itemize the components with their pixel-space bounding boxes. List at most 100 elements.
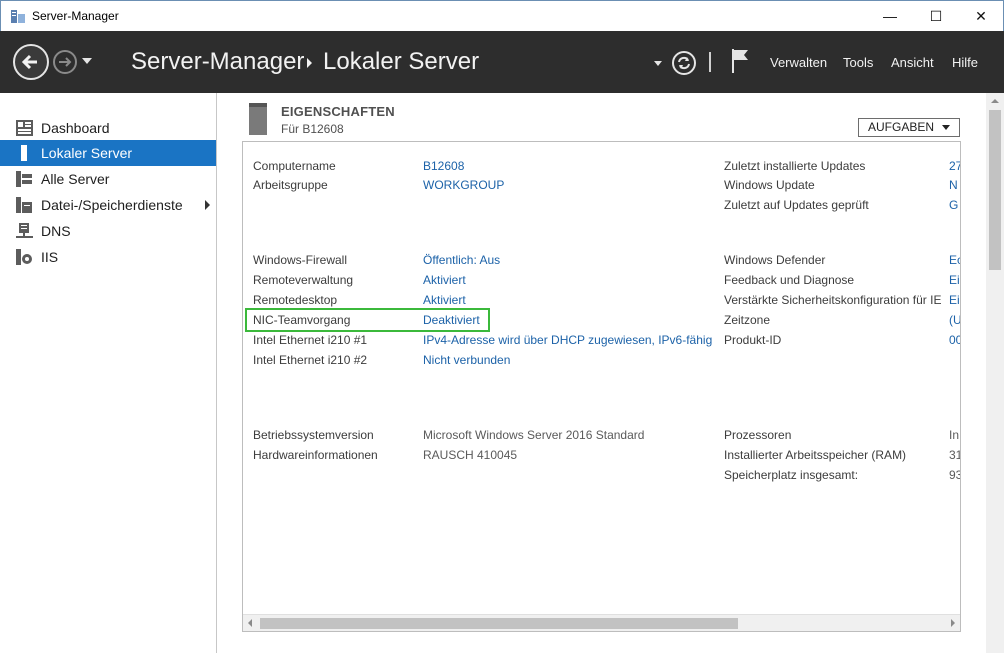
servers-icon — [16, 171, 32, 187]
prop-value-last-updates[interactable]: 27 — [949, 159, 960, 173]
prop-value-computername[interactable]: B12608 — [423, 159, 464, 173]
sidebar-item-iis[interactable]: IIS — [0, 244, 216, 270]
window-title: Server-Manager — [32, 9, 119, 23]
minimize-button[interactable]: — — [867, 1, 913, 31]
sidebar: Dashboard Lokaler Server Alle Server Dat… — [0, 93, 217, 653]
server-icon — [21, 145, 27, 161]
prop-value-ie-security[interactable]: Ei — [949, 293, 960, 307]
prop-name-product-id: Produkt-ID — [724, 333, 782, 347]
breadcrumb-separator-icon — [307, 58, 312, 68]
app-header: Server-Manager Lokaler Server Verwalten … — [0, 31, 1004, 93]
horizontal-scrollbar[interactable] — [243, 614, 960, 631]
sidebar-item-label: DNS — [41, 223, 71, 239]
prop-name-processors: Prozessoren — [724, 428, 792, 442]
prop-value-ethernet-2[interactable]: Nicht verbunden — [423, 353, 510, 367]
prop-name-os-version: Betriebssystemversion — [253, 428, 374, 442]
sidebar-item-dashboard[interactable]: Dashboard — [0, 115, 216, 141]
arrow-right-icon — [59, 57, 72, 67]
breadcrumb-page: Lokaler Server — [323, 48, 480, 75]
prop-name-firewall: Windows-Firewall — [253, 253, 348, 267]
vertical-scrollbar[interactable] — [986, 93, 1004, 653]
refresh-button[interactable] — [672, 51, 696, 75]
iis-icon — [16, 249, 32, 265]
prop-name-ethernet-2: Intel Ethernet i210 #2 — [253, 353, 368, 367]
server-manager-app-icon — [11, 10, 25, 23]
sidebar-item-label: IIS — [41, 249, 59, 265]
refresh-dropdown-icon[interactable] — [654, 61, 662, 66]
menu-verwalten[interactable]: Verwalten — [770, 55, 827, 70]
back-button[interactable] — [13, 44, 49, 80]
window-titlebar: Server-Manager — ☐ ✕ — [0, 0, 1004, 31]
sidebar-item-label: Lokaler Server — [41, 145, 133, 161]
close-button[interactable]: ✕ — [958, 1, 1004, 31]
tasks-dropdown-button[interactable]: AUFGABEN — [858, 118, 960, 137]
prop-value-processors: In — [949, 428, 960, 442]
prop-name-feedback: Feedback und Diagnose — [724, 273, 855, 287]
scroll-up-icon[interactable] — [991, 99, 999, 103]
prop-name-disk-space: Speicherplatz insgesamt: — [724, 468, 859, 482]
prop-value-defender[interactable]: Ec — [949, 253, 960, 267]
storage-icon — [16, 197, 32, 213]
sidebar-item-dns[interactable]: DNS — [0, 218, 216, 244]
properties-title: EIGENSCHAFTEN — [281, 104, 395, 119]
menu-hilfe[interactable]: Hilfe — [952, 55, 978, 70]
notifications-flag-icon[interactable] — [729, 47, 751, 75]
forward-button[interactable] — [53, 50, 77, 74]
prop-name-remotedesktop: Remotedesktop — [253, 293, 338, 307]
prop-value-last-checked[interactable]: G — [949, 198, 958, 212]
dashboard-icon — [16, 120, 33, 136]
menu-tools[interactable]: Tools — [843, 55, 873, 70]
prop-value-feedback[interactable]: Ei — [949, 273, 960, 287]
header-divider — [709, 52, 711, 72]
prop-value-windows-update[interactable]: N — [949, 178, 958, 192]
prop-name-last-checked: Zuletzt auf Updates geprüft — [724, 198, 869, 212]
sidebar-item-label: Datei-/Speicherdienste — [41, 197, 183, 213]
main-content: EIGENSCHAFTEN Für B12608 AUFGABEN Comput… — [218, 93, 986, 653]
prop-name-last-updates: Zuletzt installierte Updates — [724, 159, 866, 173]
scroll-left-icon[interactable] — [248, 619, 252, 627]
nic-teaming-highlight-box — [245, 308, 490, 332]
menu-ansicht[interactable]: Ansicht — [891, 55, 934, 70]
prop-value-remoteverwaltung[interactable]: Aktiviert — [423, 273, 466, 287]
prop-name-remoteverwaltung: Remoteverwaltung — [253, 273, 354, 287]
dns-icon — [16, 223, 33, 238]
sidebar-item-lokaler-server[interactable]: Lokaler Server — [0, 140, 216, 166]
prop-name-ethernet-1: Intel Ethernet i210 #1 — [253, 333, 368, 347]
scroll-right-icon[interactable] — [951, 619, 955, 627]
properties-panel: Computername Arbeitsgruppe Windows-Firew… — [242, 141, 961, 632]
prop-value-disk-space: 93 — [949, 468, 960, 482]
arrow-left-icon — [21, 54, 37, 70]
sidebar-item-datei-speicherdienste[interactable]: Datei-/Speicherdienste — [0, 192, 216, 218]
chevron-right-icon[interactable] — [205, 200, 210, 210]
prop-name-windows-update: Windows Update — [724, 178, 815, 192]
prop-name-defender: Windows Defender — [724, 253, 826, 267]
chevron-down-icon — [942, 125, 950, 130]
tasks-label: AUFGABEN — [868, 120, 935, 134]
prop-value-os-version: Microsoft Windows Server 2016 Standard — [423, 428, 645, 442]
prop-value-remotedesktop[interactable]: Aktiviert — [423, 293, 466, 307]
prop-name-ram: Installierter Arbeitsspeicher (RAM) — [724, 448, 907, 462]
prop-value-ram: 31 — [949, 448, 960, 462]
refresh-icon — [678, 56, 690, 70]
prop-value-arbeitsgruppe[interactable]: WORKGROUP — [423, 178, 504, 192]
scrollbar-thumb[interactable] — [989, 110, 1001, 270]
prop-name-computername: Computername — [253, 159, 336, 173]
prop-value-hardware: RAUSCH 410045 — [423, 448, 518, 462]
sidebar-item-alle-server[interactable]: Alle Server — [0, 166, 216, 192]
prop-name-timezone: Zeitzone — [724, 313, 771, 327]
server-tower-icon — [249, 103, 267, 135]
history-dropdown-icon[interactable] — [82, 58, 92, 64]
prop-name-arbeitsgruppe: Arbeitsgruppe — [253, 178, 328, 192]
scrollbar-thumb[interactable] — [260, 618, 738, 629]
properties-subtitle: Für B12608 — [281, 122, 344, 136]
prop-value-product-id[interactable]: 00 — [949, 333, 960, 347]
maximize-button[interactable]: ☐ — [913, 1, 959, 31]
prop-value-ethernet-1[interactable]: IPv4-Adresse wird über DHCP zugewiesen, … — [423, 333, 712, 347]
prop-value-firewall[interactable]: Öffentlich: Aus — [423, 253, 500, 267]
breadcrumb-app[interactable]: Server-Manager — [131, 48, 304, 76]
sidebar-item-label: Dashboard — [41, 120, 110, 136]
prop-value-timezone[interactable]: (U — [949, 313, 960, 327]
sidebar-item-label: Alle Server — [41, 171, 110, 187]
prop-name-ie-security: Verstärkte Sicherheitskonfiguration für … — [724, 293, 942, 307]
prop-name-hardware: Hardwareinformationen — [253, 448, 378, 462]
